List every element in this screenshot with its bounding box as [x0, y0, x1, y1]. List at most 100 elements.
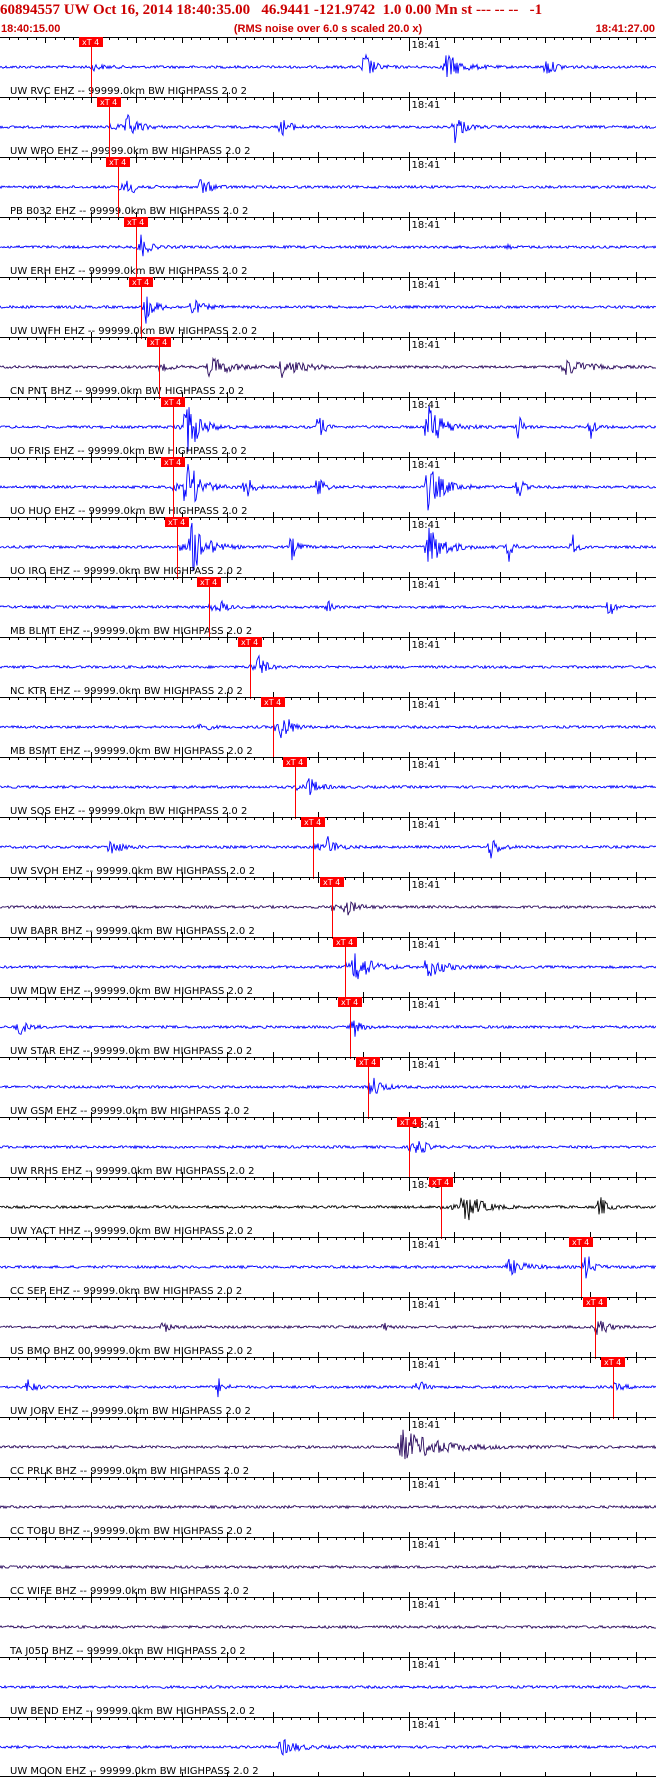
trace-0: 18:41 UW RVC EHZ -- 99999.0km BW HIGHPASS… [0, 37, 656, 99]
waveform [0, 953, 656, 980]
minute-label: 18:41 [412, 100, 441, 111]
pick-label: xT 4 [168, 518, 185, 527]
waveform [0, 1141, 656, 1154]
pick-label: xT 4 [241, 638, 258, 647]
trace-13: 18:41 UW SVOH EHZ -- 99999.0km BW HIGHPAS… [0, 817, 656, 879]
pick-label: xT 4 [109, 158, 126, 167]
minute-label: 18:41 [412, 1000, 441, 1011]
pick-label: xT 4 [323, 878, 340, 887]
station-label: MB BSMT EHZ -- 99999.0km BW HIGHPASS 2.0… [10, 746, 253, 757]
pick-label: xT 4 [359, 1058, 376, 1067]
station-label: UO HUO EHZ -- 99999.0km BW HIGHPASS 2.0 … [10, 506, 247, 517]
trace-11: 18:41 MB BSMT EHZ -- 99999.0km BW HIGHPAS… [0, 697, 656, 759]
trace-27: 18:41 UW BEND EHZ -- 99999.0km BW HIGHPAS… [0, 1657, 656, 1717]
waveform [0, 1429, 656, 1460]
minute-label: 18:41 [412, 820, 441, 831]
minute-label: 18:41 [412, 280, 441, 291]
station-label: TA J05D BHZ -- 99999.0km BW HIGHPASS 2.0… [9, 1646, 246, 1657]
waveform [0, 1684, 656, 1690]
station-label: UW JORV EHZ -- 99999.0km BW HIGHPASS 2.0… [10, 1406, 251, 1417]
trace-9: 18:41 MB BLMT EHZ -- 99999.0km BW HIGHPAS… [0, 577, 656, 639]
pick-label: xT 4 [341, 998, 358, 1007]
start-time-label: 18:40:15.00 [1, 23, 61, 35]
trace-12: 18:41 UW SQS EHZ -- 99999.0km BW HIGHPASS… [0, 757, 656, 819]
trace-15: 18:41 UW MDW EHZ -- 99999.0km BW HIGHPASS… [0, 937, 656, 999]
minute-label: 18:41 [412, 40, 441, 51]
station-label: CC WIFE BHZ -- 99999.0km BW HIGHPASS 2.0… [10, 1586, 249, 1597]
station-label: UW WPO EHZ -- 99999.0km BW HIGHPASS 2.0 … [10, 146, 251, 157]
waveform [0, 1564, 656, 1570]
minute-label: 18:41 [412, 940, 441, 951]
waveform [0, 901, 656, 916]
minute-label: 18:41 [412, 880, 441, 891]
trace-14: 18:41 UW BABR BHZ -- 99999.0km BW HIGHPAS… [0, 877, 656, 939]
waveform [0, 53, 656, 78]
station-label: UW SQS EHZ -- 99999.0km BW HIGHPASS 2.0 … [10, 806, 247, 817]
minute-label: 18:41 [412, 1360, 441, 1371]
waveform [0, 113, 656, 144]
pick-label: xT 4 [400, 1118, 417, 1127]
waveform [0, 1077, 656, 1095]
minute-label: 18:41 [412, 160, 441, 171]
trace-17: 18:41 UW GSM EHZ -- 99999.0km BW HIGHPASS… [0, 1057, 656, 1119]
station-label: UW YACT HHZ -- 99999.0km BW HIGHPASS 2.0… [10, 1226, 253, 1237]
station-label: UO IRO EHZ -- 99999.0km BW HIGHPASS 2.0 … [10, 566, 243, 577]
station-label: UW SVOH EHZ -- 99999.0km BW HIGHPASS 2.0… [10, 866, 255, 877]
event-title: 60894557 UW Oct 16, 2014 18:40:35.00 46.… [0, 2, 543, 18]
waveform [0, 1197, 656, 1221]
waveform [0, 1378, 656, 1398]
pick-label: xT 4 [286, 758, 303, 767]
pick-label: xT 4 [127, 218, 144, 227]
pick-label: xT 4 [264, 698, 281, 707]
waveform [0, 836, 656, 859]
trace-25: 18:41 CC WIFE BHZ -- 99999.0km BW HIGHPAS… [0, 1537, 656, 1597]
station-label: UW BEND EHZ -- 99999.0km BW HIGHPASS 2.0… [10, 1706, 255, 1717]
end-time-label: 18:41:27.00 [595, 23, 655, 35]
waveform [0, 778, 656, 796]
pick-label: xT 4 [304, 818, 321, 827]
station-label: UW MDW EHZ -- 99999.0km BW HIGHPASS 2.0 … [10, 986, 253, 997]
minute-label: 18:41 [412, 1420, 441, 1431]
trace-28: 18:41 UW MOON EHZ -- 99999.0km BW HIGHPAS… [0, 1717, 656, 1777]
minute-label: 18:41 [412, 1720, 441, 1731]
seismogram-plot: 18:41 UW RVC EHZ -- 99999.0km BW HIGHPASS… [0, 37, 656, 1777]
minute-label: 18:41 [412, 1240, 441, 1251]
trace-2: 18:41 PB B032 EHZ -- 99999.0km BW HIGHPAS… [0, 157, 656, 219]
pick-label: xT 4 [82, 38, 99, 47]
minute-label: 18:41 [412, 700, 441, 711]
pick-label: xT 4 [200, 578, 217, 587]
waveform [0, 1320, 656, 1335]
trace-8: 18:41 UO IRO EHZ -- 99999.0km BW HIGHPASS… [0, 517, 656, 579]
waveform [0, 234, 656, 257]
waveform [0, 654, 656, 674]
trace-22: 18:41 UW JORV EHZ -- 99999.0km BW HIGHPAS… [0, 1357, 656, 1419]
pick-label: xT 4 [336, 938, 353, 947]
pick-label: xT 4 [572, 1238, 589, 1247]
minute-label: 18:41 [412, 1600, 441, 1611]
waveform [0, 1738, 656, 1756]
trace-4: 18:41 UW UWFH EHZ -- 99999.0km BW HIGHPAS… [0, 277, 656, 339]
waveform [0, 1020, 656, 1037]
waveform [0, 296, 656, 324]
station-label: CC TOBU BHZ -- 99999.0km BW HIGHPASS 2.0… [10, 1526, 252, 1537]
minute-label: 18:41 [412, 760, 441, 771]
waveform [0, 179, 656, 194]
trace-20: 18:41 CC SEP EHZ -- 99999.0km BW HIGHPASS… [0, 1237, 656, 1299]
scaling-note: (RMS noise over 6.0 s scaled 20.0 x) [233, 23, 423, 35]
minute-label: 18:41 [412, 520, 441, 531]
station-label: PB B032 EHZ -- 99999.0km BW HIGHPASS 2.0… [10, 206, 248, 217]
minute-label: 18:41 [412, 400, 441, 411]
minute-label: 18:41 [412, 1540, 441, 1551]
waveform [0, 405, 656, 452]
trace-7: 18:41 UO HUO EHZ -- 99999.0km BW HIGHPASS… [0, 457, 656, 519]
waveform [0, 599, 656, 615]
trace-10: 18:41 NC KTR EHZ -- 99999.0km BW HIGHPASS… [0, 637, 656, 699]
minute-label: 18:41 [412, 220, 441, 231]
station-label: MB BLMT EHZ -- 99999.0km BW HIGHPASS 2.0… [10, 626, 252, 637]
station-label: UO FRIS EHZ -- 99999.0km BW HIGHPASS 2.0… [10, 446, 247, 457]
pick-label: xT 4 [586, 1298, 603, 1307]
trace-1: 18:41 UW WPO EHZ -- 99999.0km BW HIGHPASS… [0, 97, 656, 159]
pick-label: xT 4 [100, 98, 117, 107]
pick-label: xT 4 [164, 398, 181, 407]
minute-label: 18:41 [412, 1300, 441, 1311]
